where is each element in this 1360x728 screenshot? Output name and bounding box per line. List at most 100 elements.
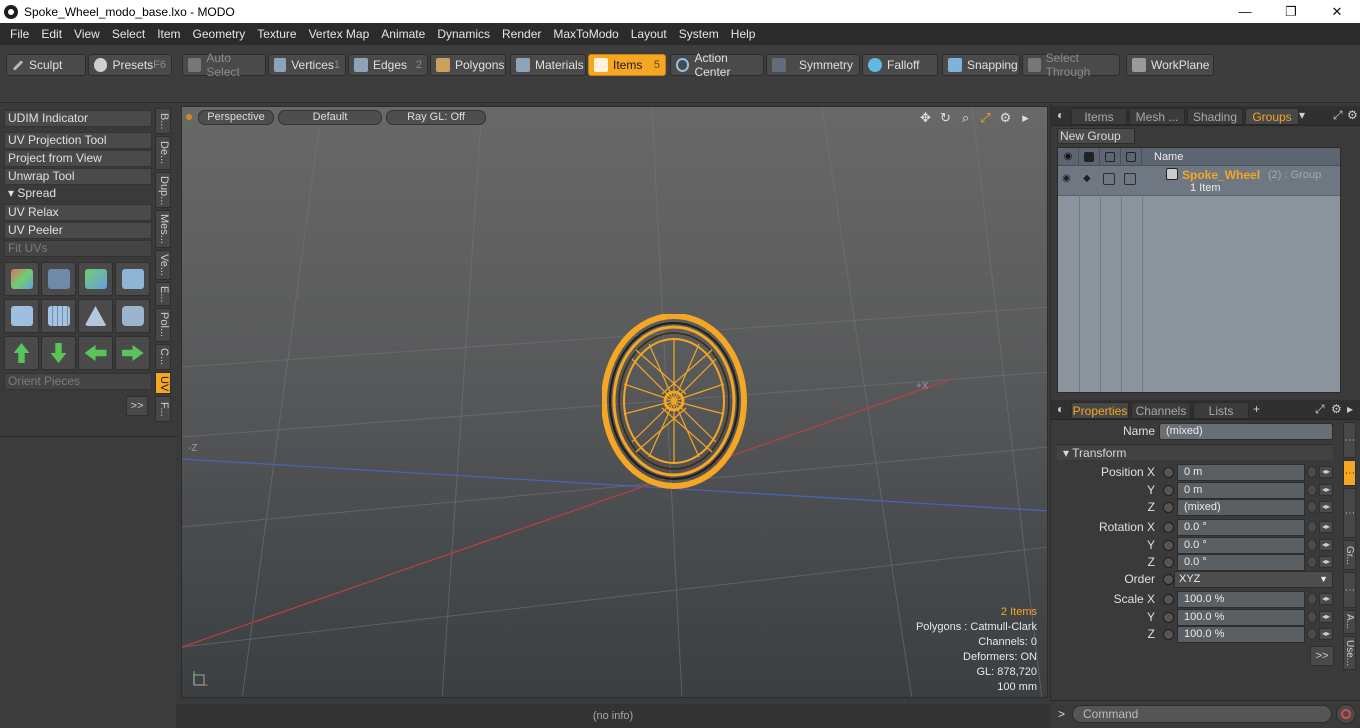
polygons-button[interactable]: Polygons: [430, 54, 506, 76]
rotation-z-field[interactable]: 0.0 °: [1177, 554, 1305, 571]
tab-items[interactable]: Items: [1071, 108, 1127, 125]
scale-y-anim-toggle[interactable]: [1163, 612, 1174, 623]
more-tools-button[interactable]: >>: [126, 396, 148, 416]
tab-channels[interactable]: Channels: [1131, 402, 1191, 419]
menu-vertex-map[interactable]: Vertex Map: [303, 27, 376, 41]
position-y-field[interactable]: 0 m: [1177, 482, 1305, 499]
scale-z-reset[interactable]: [1307, 628, 1317, 640]
fit-icon[interactable]: ⤢: [978, 110, 993, 126]
vtab-duplicate[interactable]: Dup...: [155, 172, 171, 208]
rotation-y-stepper[interactable]: ◂▸: [1319, 539, 1333, 551]
align-left-button[interactable]: [78, 336, 113, 370]
row-camera-icon[interactable]: ◆: [1083, 173, 1095, 185]
shading-dropdown[interactable]: Default: [278, 110, 382, 125]
scale-y-stepper[interactable]: ◂▸: [1319, 611, 1333, 623]
menu-system[interactable]: System: [673, 27, 725, 41]
position-z-reset[interactable]: [1307, 501, 1317, 513]
rotation-y-field[interactable]: 0.0 °: [1177, 537, 1305, 554]
order-anim-toggle[interactable]: [1163, 574, 1174, 585]
raygl-dropdown[interactable]: Ray GL: Off: [386, 110, 486, 125]
menu-dynamics[interactable]: Dynamics: [431, 27, 496, 41]
scale-z-field[interactable]: 100.0 %: [1177, 626, 1305, 643]
auto-select-button[interactable]: Auto Select: [182, 51, 266, 79]
zoom-icon[interactable]: ⌕: [958, 110, 973, 126]
scale-z-stepper[interactable]: ◂▸: [1319, 628, 1333, 640]
tab-properties[interactable]: Properties: [1071, 402, 1129, 419]
tab-lists[interactable]: Lists: [1193, 402, 1249, 419]
side-tab-groups[interactable]: Gr...: [1343, 540, 1356, 570]
align-up-button[interactable]: [4, 336, 39, 370]
scale-z-anim-toggle[interactable]: [1163, 629, 1174, 640]
materials-button[interactable]: Materials: [510, 54, 586, 76]
position-z-stepper[interactable]: ◂▸: [1319, 501, 1333, 513]
vtab-basic[interactable]: B...: [155, 108, 171, 134]
fit-uvs-button[interactable]: Fit UVs: [4, 240, 152, 257]
position-y-anim-toggle[interactable]: [1163, 485, 1174, 496]
row-eye-icon[interactable]: ◉: [1062, 173, 1074, 185]
order-dropdown[interactable]: XYZ ▼: [1174, 571, 1333, 588]
uv-transform-tool-button[interactable]: [4, 262, 39, 296]
menu-animate[interactable]: Animate: [375, 27, 431, 41]
menu-view[interactable]: View: [68, 27, 106, 41]
position-y-reset[interactable]: [1307, 484, 1317, 496]
position-y-stepper[interactable]: ◂▸: [1319, 484, 1333, 496]
panel-options-icon[interactable]: ◐: [1057, 108, 1064, 122]
add-tab-button[interactable]: +: [1253, 402, 1260, 416]
menu-edit[interactable]: Edit: [35, 27, 68, 41]
falloff-button[interactable]: Falloff: [862, 54, 938, 76]
edges-button[interactable]: Edges 2: [348, 54, 428, 76]
orbit-icon[interactable]: ↻: [938, 110, 953, 126]
vtab-curve[interactable]: C...: [155, 344, 171, 370]
select-through-button[interactable]: Select Through: [1022, 51, 1120, 79]
uv-rotate-tool-button[interactable]: [41, 262, 76, 296]
items-button[interactable]: Items 5: [588, 54, 666, 76]
vtab-vertex[interactable]: Ve...: [155, 250, 171, 280]
spread-section[interactable]: ▾ Spread: [4, 186, 152, 203]
presets-button[interactable]: Presets F6: [88, 54, 172, 76]
scale-y-field[interactable]: 100.0 %: [1177, 609, 1305, 626]
vtab-fusion[interactable]: F...: [155, 396, 171, 422]
vtab-edge[interactable]: E...: [155, 282, 171, 306]
tab-mesh[interactable]: Mesh ...: [1129, 108, 1185, 125]
position-x-stepper[interactable]: ◂▸: [1319, 466, 1333, 478]
viewport-options-dot[interactable]: [186, 114, 192, 120]
workplane-button[interactable]: WorkPlane: [1126, 54, 1214, 76]
visibility-eye-icon[interactable]: ◉: [1058, 147, 1079, 166]
perspective-dropdown[interactable]: Perspective: [198, 110, 274, 125]
snapping-button[interactable]: Snapping: [942, 54, 1020, 76]
pan-icon[interactable]: ✥: [918, 110, 933, 126]
close-button[interactable]: ✕: [1314, 0, 1360, 23]
3d-viewport[interactable]: Perspective Default Ray GL: Off ✥ ↻ ⌕ ⤢ …: [181, 106, 1048, 698]
rotation-z-reset[interactable]: [1307, 556, 1317, 568]
transform-section[interactable]: ▾ Transform: [1057, 444, 1333, 460]
props-gear-icon[interactable]: ⚙: [1331, 402, 1342, 416]
position-z-anim-toggle[interactable]: [1163, 502, 1174, 513]
position-z-field[interactable]: (mixed): [1177, 499, 1305, 516]
menu-help[interactable]: Help: [725, 27, 762, 41]
tab-groups[interactable]: Groups: [1245, 108, 1299, 125]
menu-render[interactable]: Render: [496, 27, 547, 41]
align-down-button[interactable]: [41, 336, 76, 370]
vtab-uv[interactable]: UV: [155, 372, 171, 394]
unwrap-tool-button[interactable]: Unwrap Tool: [4, 168, 152, 185]
udim-indicator-button[interactable]: UDIM Indicator: [4, 110, 152, 127]
align-right-button[interactable]: [115, 336, 150, 370]
position-x-reset[interactable]: [1307, 466, 1317, 478]
action-center-button[interactable]: Action Center: [670, 51, 764, 79]
new-group-button[interactable]: New Group: [1057, 128, 1135, 144]
rotation-z-stepper[interactable]: ◂▸: [1319, 556, 1333, 568]
position-x-field[interactable]: 0 m: [1177, 464, 1305, 481]
menu-maxtomodo[interactable]: MaxToModo: [547, 27, 624, 41]
expand-icon[interactable]: ⤢: [1333, 108, 1343, 123]
uv-planar-button[interactable]: [78, 299, 113, 333]
side-tab-dots-2[interactable]: ⋮: [1343, 460, 1356, 486]
sculpt-button[interactable]: Sculpt: [6, 54, 86, 76]
vertices-button[interactable]: Vertices 1: [268, 54, 346, 76]
rotation-x-reset[interactable]: [1307, 521, 1317, 533]
side-tab-assembly[interactable]: A...: [1343, 610, 1356, 634]
menu-geometry[interactable]: Geometry: [187, 27, 252, 41]
uv-peeler-button[interactable]: UV Peeler: [4, 222, 152, 239]
minimize-button[interactable]: —: [1222, 0, 1268, 23]
rotation-z-anim-toggle[interactable]: [1163, 557, 1174, 568]
row-lock-toggle[interactable]: [1103, 173, 1115, 185]
